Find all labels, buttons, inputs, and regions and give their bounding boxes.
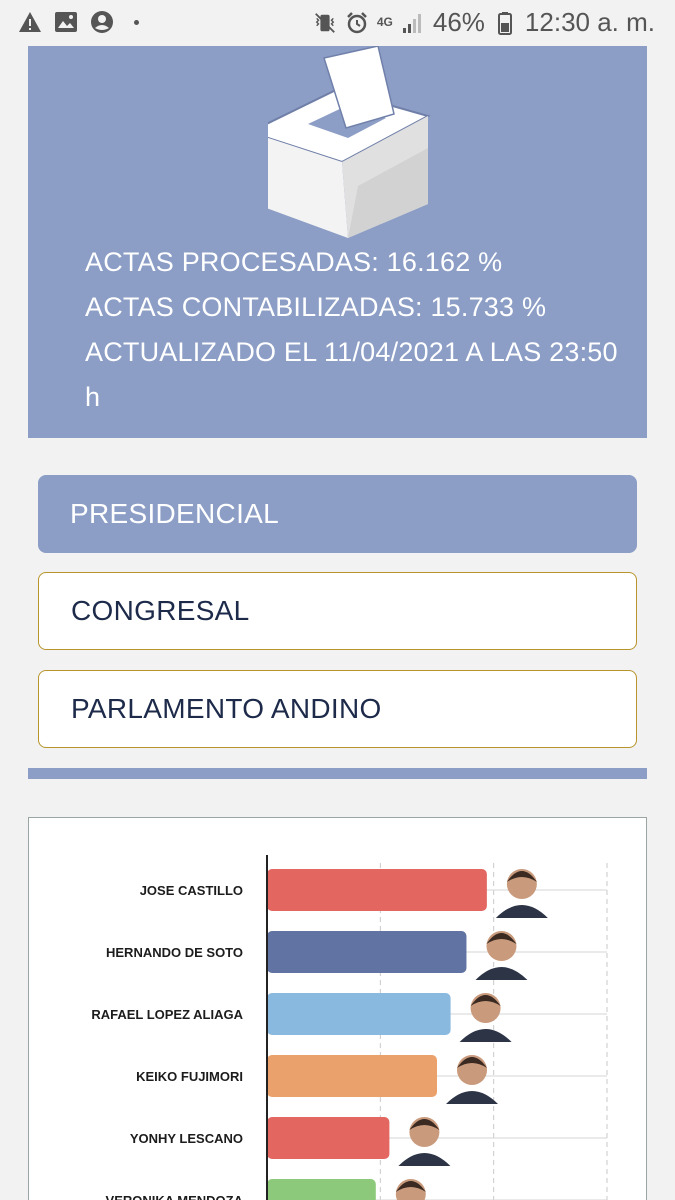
bar-hernando-de-soto bbox=[267, 931, 467, 973]
signal-icon bbox=[401, 11, 425, 35]
bar-keiko-fujimori bbox=[267, 1055, 437, 1097]
candidate-label: HERNANDO DE SOTO bbox=[106, 945, 243, 960]
candidate-photo bbox=[446, 1055, 498, 1104]
alarm-icon bbox=[345, 11, 369, 35]
battery-percent: 46% bbox=[432, 7, 485, 37]
account-icon bbox=[90, 10, 114, 34]
candidate-photo bbox=[475, 931, 528, 980]
status-left-icons bbox=[18, 10, 139, 34]
results-chart-card: JOSE CASTILLO HERNANDO DE SOTO RAFAEL LOPE… bbox=[28, 817, 647, 1200]
bar-jose-castillo bbox=[267, 869, 487, 911]
section-divider bbox=[28, 768, 647, 779]
battery-icon bbox=[493, 11, 517, 35]
bar-veronika-mendoza bbox=[267, 1179, 376, 1200]
updated-at-text: ACTUALIZADO EL 11/04/2021 A LAS 23:50 h bbox=[85, 337, 618, 412]
status-right: 4G 46% 12:30 a. m. bbox=[313, 7, 655, 38]
status-bar: 4G 46% 12:30 a. m. bbox=[0, 0, 675, 46]
network-type-label: 4G bbox=[376, 15, 393, 29]
ballot-box-icon bbox=[268, 46, 431, 238]
notification-dot-icon bbox=[134, 19, 139, 25]
warning-icon bbox=[18, 10, 42, 34]
results-summary-card: ACTAS PROCESADAS: 16.162 % ACTAS CONTABI… bbox=[28, 46, 647, 438]
results-bar-chart: JOSE CASTILLO HERNANDO DE SOTO RAFAEL LOPE… bbox=[91, 855, 608, 1200]
candidate-label: JOSE CASTILLO bbox=[140, 883, 243, 898]
candidate-label: KEIKO FUJIMORI bbox=[136, 1069, 243, 1084]
tab-presidencial[interactable]: PRESIDENCIAL bbox=[38, 475, 637, 553]
candidate-label: VERONIKA MENDOZA bbox=[106, 1193, 244, 1200]
candidate-photo bbox=[495, 869, 548, 918]
bar-rafael-lopez-aliaga bbox=[267, 993, 451, 1035]
candidate-label: YONHY LESCANO bbox=[130, 1131, 243, 1146]
actas-contabilizadas-text: ACTAS CONTABILIZADAS: 15.733 % bbox=[85, 292, 547, 322]
hero-text: ACTAS PROCESADAS: 16.162 % ACTAS CONTABI… bbox=[85, 240, 625, 420]
image-icon bbox=[54, 10, 78, 34]
tab-parlamento-andino[interactable]: PARLAMENTO ANDINO bbox=[38, 670, 637, 748]
candidate-photo bbox=[459, 993, 512, 1042]
tab-congresal[interactable]: CONGRESAL bbox=[38, 572, 637, 650]
candidate-photo bbox=[398, 1117, 451, 1166]
candidate-label: RAFAEL LOPEZ ALIAGA bbox=[91, 1007, 243, 1022]
bar-yonhy-lescano bbox=[267, 1117, 390, 1159]
actas-procesadas-text: ACTAS PROCESADAS: 16.162 % bbox=[85, 247, 503, 277]
candidate-photo bbox=[395, 1179, 426, 1200]
mute-vibrate-icon bbox=[313, 11, 337, 35]
clock: 12:30 a. m. bbox=[524, 7, 655, 37]
